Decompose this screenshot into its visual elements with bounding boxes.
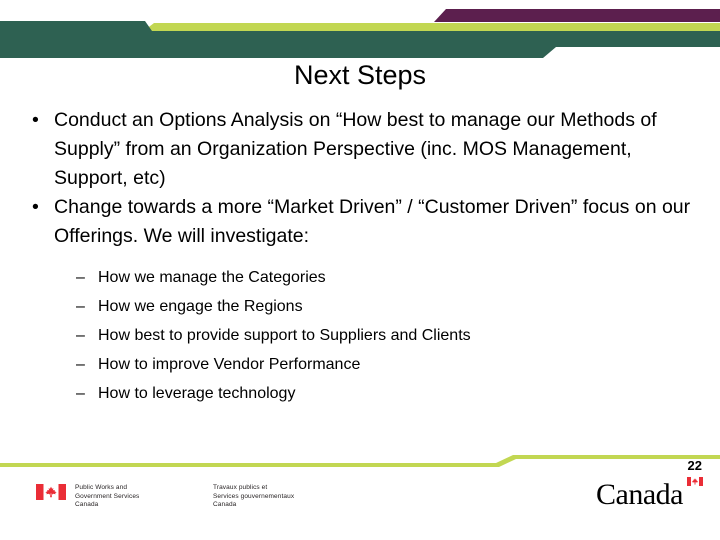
slide-body: • Conduct an Options Analysis on “How be… bbox=[18, 106, 702, 408]
header-green-block bbox=[0, 21, 720, 58]
canada-wordmark-text: Canada bbox=[596, 478, 683, 511]
slide: Next Steps • Conduct an Options Analysis… bbox=[0, 0, 720, 540]
bullet-text-2: Change towards a more “Market Driven” / … bbox=[54, 196, 691, 247]
bullet-marker-icon: • bbox=[32, 196, 39, 218]
signature-text-english: Public Works and Government Services Can… bbox=[75, 484, 140, 509]
header-decoration-banner bbox=[0, 9, 720, 58]
sub-bullet-item-5: – How to leverage technology bbox=[54, 379, 702, 408]
sub-bullet-text-1: How we manage the Categories bbox=[98, 269, 326, 286]
sub-bullet-text-2: How we engage the Regions bbox=[98, 298, 303, 315]
bullet-list: • Conduct an Options Analysis on “How be… bbox=[18, 106, 702, 408]
sub-bullet-item-2: – How we engage the Regions bbox=[54, 292, 702, 321]
header-purple-band bbox=[434, 9, 720, 22]
dash-marker-icon: – bbox=[76, 269, 85, 286]
slide-title: Next Steps bbox=[293, 60, 427, 90]
dash-marker-icon: – bbox=[76, 356, 85, 373]
dash-marker-icon: – bbox=[76, 298, 85, 315]
sub-bullet-item-4: – How to improve Vendor Performance bbox=[54, 350, 702, 379]
sub-bullet-item-3: – How best to provide support to Supplie… bbox=[54, 321, 702, 350]
dash-marker-icon: – bbox=[76, 385, 85, 402]
bullet-item-2: • Change towards a more “Market Driven” … bbox=[18, 193, 702, 408]
sub-bullet-list: – How we manage the Categories – How we … bbox=[54, 263, 702, 408]
header-lime-band bbox=[141, 23, 720, 33]
sub-bullet-text-4: How to improve Vendor Performance bbox=[98, 356, 361, 373]
canada-wordmark-flag-icon bbox=[687, 477, 703, 486]
canada-wordmark: Canada bbox=[596, 476, 704, 510]
slide-number: 22 bbox=[687, 458, 702, 473]
bullet-marker-icon: • bbox=[32, 109, 39, 131]
canadian-flag-icon bbox=[36, 484, 66, 500]
sub-bullet-item-1: – How we manage the Categories bbox=[54, 263, 702, 292]
footer-lime-line bbox=[0, 455, 720, 467]
dash-marker-icon: – bbox=[76, 327, 85, 344]
pwgsc-signature: Public Works and Government Services Can… bbox=[36, 484, 363, 510]
signature-text-french: Travaux publics et Services gouvernement… bbox=[213, 484, 295, 509]
bullet-item-1: • Conduct an Options Analysis on “How be… bbox=[18, 106, 702, 193]
sub-bullet-text-3: How best to provide support to Suppliers… bbox=[98, 327, 471, 344]
bullet-text-1: Conduct an Options Analysis on “How best… bbox=[54, 109, 657, 189]
sub-bullet-text-5: How to leverage technology bbox=[98, 385, 296, 402]
